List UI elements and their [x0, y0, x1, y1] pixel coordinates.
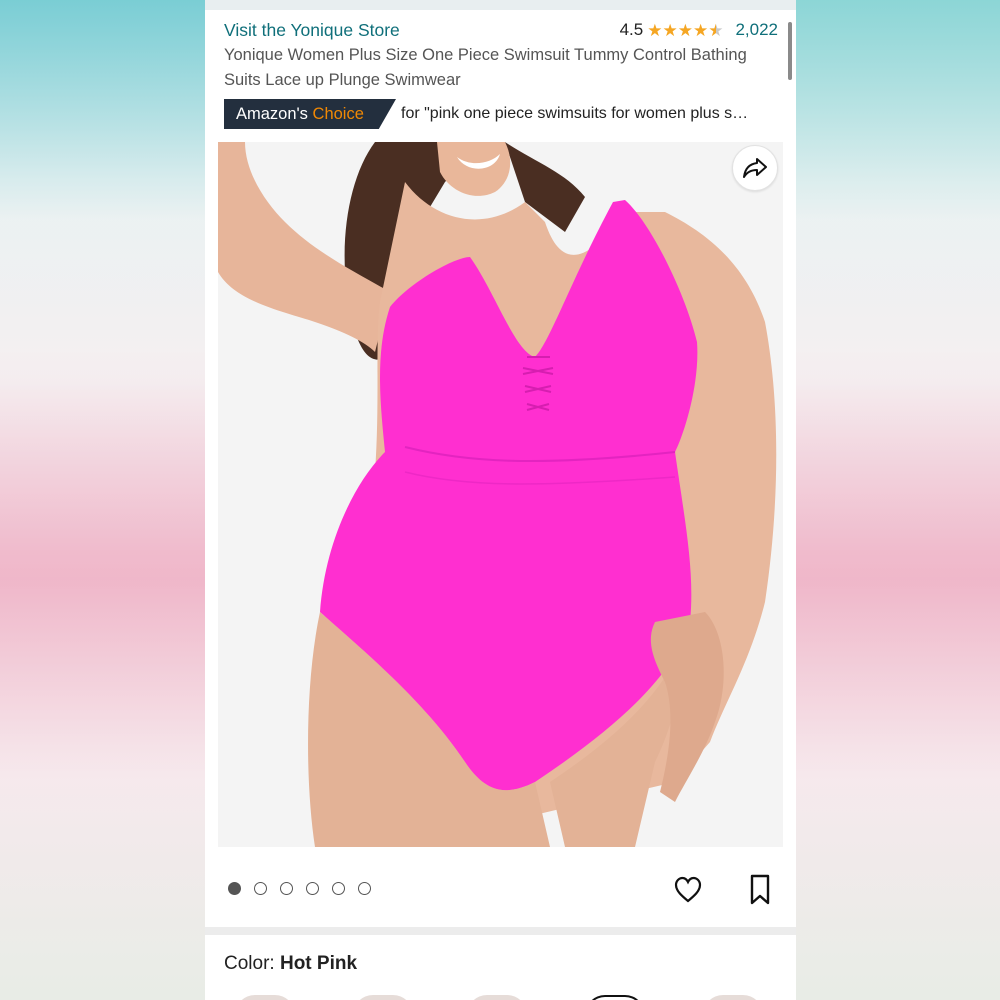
- product-image-carousel[interactable]: [205, 142, 796, 847]
- star-icon: ★: [677, 20, 693, 40]
- carousel-dot[interactable]: [254, 882, 267, 895]
- carousel-controls: [205, 847, 796, 927]
- color-swatch[interactable]: [353, 995, 413, 1000]
- carousel-dots: [228, 882, 371, 895]
- color-label-text: Color:: [224, 953, 280, 974]
- color-label: Color: Hot Pink: [224, 953, 777, 975]
- product-header: Visit the Yonique Store 4.5 ★ ★ ★ ★ ★ 2,…: [205, 10, 796, 142]
- amazons-choice-row: Amazon's Choice for "pink one piece swim…: [224, 99, 778, 129]
- share-button[interactable]: [732, 145, 778, 191]
- color-selector: Color: Hot Pink: [205, 935, 796, 1000]
- color-swatches: [205, 995, 796, 1000]
- bookmark-icon[interactable]: [748, 874, 772, 906]
- star-rating: ★ ★ ★ ★ ★: [647, 22, 723, 39]
- scrollbar-thumb[interactable]: [788, 22, 792, 80]
- color-swatch[interactable]: [467, 995, 527, 1000]
- color-swatch[interactable]: [703, 995, 763, 1000]
- color-swatch[interactable]: [235, 995, 295, 1000]
- choice-query[interactable]: for "pink one piece swimsuits for women …: [401, 105, 774, 123]
- background-right: [796, 0, 1000, 1000]
- half-star-icon: ★: [708, 20, 724, 40]
- carousel-dot[interactable]: [280, 882, 293, 895]
- carousel-dot[interactable]: [332, 882, 345, 895]
- rating-value: 4.5: [619, 20, 644, 39]
- amazons-choice-badge: Amazon's Choice: [224, 99, 396, 129]
- star-icon: ★: [662, 20, 678, 40]
- badge-prefix: Amazon's: [236, 105, 308, 123]
- product-title: Yonique Women Plus Size One Piece Swimsu…: [224, 46, 747, 89]
- selected-color: Hot Pink: [279, 953, 358, 974]
- carousel-dot[interactable]: [358, 882, 371, 895]
- star-icon: ★: [692, 20, 709, 40]
- carousel-dot[interactable]: [306, 882, 319, 895]
- carousel-dot[interactable]: [228, 882, 241, 895]
- phone-screen: Visit the Yonique Store 4.5 ★ ★ ★ ★ ★ 2,…: [205, 0, 796, 1000]
- badge-accent: Choice: [312, 105, 364, 123]
- background-left: [0, 0, 205, 1000]
- rating-summary[interactable]: 4.5 ★ ★ ★ ★ ★ 2,022: [620, 20, 778, 40]
- store-link[interactable]: Visit the Yonique Store: [224, 20, 400, 41]
- review-count[interactable]: 2,022: [735, 20, 778, 40]
- star-icon: ★: [647, 20, 663, 40]
- store-rating-row: Visit the Yonique Store 4.5 ★ ★ ★ ★ ★ 2,…: [224, 18, 778, 42]
- color-swatch-selected[interactable]: [585, 995, 645, 1000]
- top-bar: [205, 0, 796, 10]
- share-arrow-icon: [743, 158, 767, 178]
- product-image: [205, 142, 796, 847]
- heart-icon[interactable]: [673, 875, 703, 905]
